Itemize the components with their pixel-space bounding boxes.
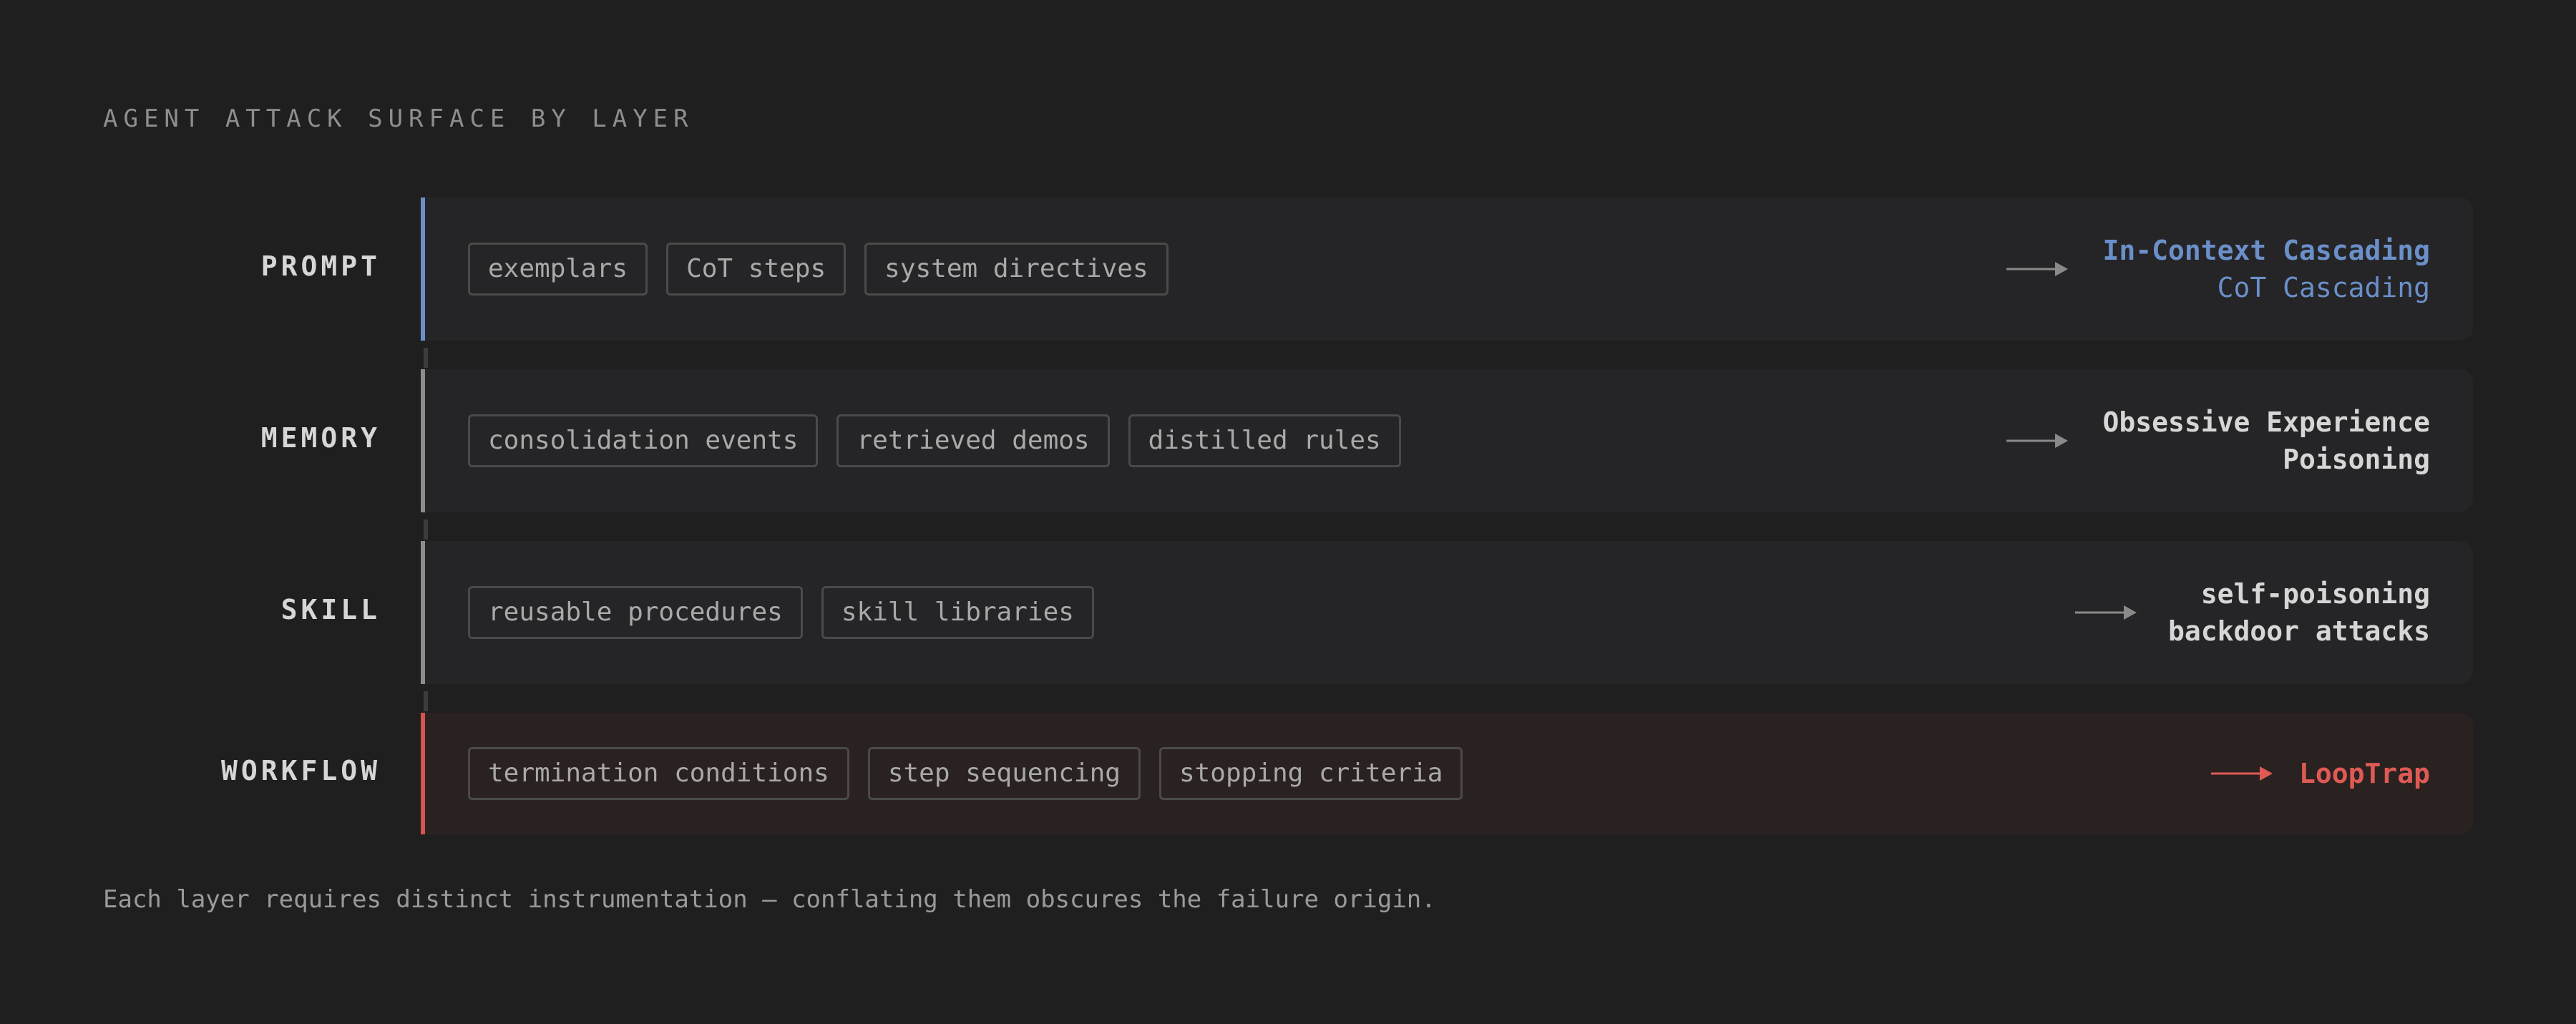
layer-connector	[424, 520, 428, 540]
result-secondary: backdoor attacks	[2167, 615, 2430, 647]
layer-row-workflow: termination conditions step sequencing s…	[421, 713, 2473, 834]
layer-accent-bar	[421, 541, 425, 684]
chip: retrieved demos	[836, 414, 1110, 467]
layer-result: self-poisoning backdoor attacks	[2168, 575, 2430, 650]
chip: skill libraries	[821, 586, 1094, 639]
result-primary: Obsessive Experience	[2102, 406, 2430, 438]
layer-row-prompt: exemplars CoT steps system directives In…	[421, 198, 2473, 341]
arrow-right-icon	[2075, 604, 2137, 621]
layer-result: In-Context Cascading CoT Cascading	[2102, 232, 2430, 306]
layer-label-skill: SKILL	[280, 594, 381, 625]
layer-label-workflow: WORKFLOW	[220, 755, 381, 786]
arrow-right-icon	[2006, 260, 2068, 278]
layer-accent-bar	[421, 713, 425, 834]
chip: termination conditions	[468, 747, 849, 800]
chip: exemplars	[468, 243, 648, 296]
layer-label-memory: MEMORY	[260, 422, 381, 454]
result-primary: self-poisoning	[2200, 578, 2430, 610]
arrow-right-icon	[2211, 765, 2273, 782]
layer-result: LoopTrap	[2299, 755, 2430, 792]
layer-connector	[424, 691, 428, 711]
chip: system directives	[864, 243, 1169, 296]
layer-accent-bar	[421, 369, 425, 512]
chip: CoT steps	[666, 243, 847, 296]
layer-connector	[424, 348, 428, 368]
layer-row-memory: consolidation events retrieved demos dis…	[421, 369, 2473, 512]
chip-list: exemplars CoT steps system directives	[468, 243, 1169, 296]
result-secondary: CoT Cascading	[2217, 272, 2430, 303]
arrow-right-icon	[2006, 432, 2068, 449]
footnote: Each layer requires distinct instrumenta…	[103, 885, 1436, 914]
chip: consolidation events	[468, 414, 819, 467]
result-primary: LoopTrap	[2298, 758, 2430, 789]
result-primary: In-Context Cascading	[2102, 235, 2430, 266]
chip: stopping criteria	[1158, 747, 1463, 800]
diagram-title: AGENT ATTACK SURFACE BY LAYER	[103, 104, 694, 133]
layer-row-skill: reusable procedures skill libraries self…	[421, 541, 2473, 684]
chip-list: reusable procedures skill libraries	[468, 586, 1094, 639]
layer-accent-bar	[421, 198, 425, 341]
chip-list: termination conditions step sequencing s…	[468, 747, 1463, 800]
chip: step sequencing	[867, 747, 1141, 800]
chip-list: consolidation events retrieved demos dis…	[468, 414, 1401, 467]
chip: reusable procedures	[468, 586, 803, 639]
layer-result: Obsessive Experience Poisoning	[2102, 404, 2430, 478]
layer-label-prompt: PROMPT	[260, 250, 381, 282]
chip: distilled rules	[1128, 414, 1401, 467]
result-secondary: Poisoning	[2283, 444, 2430, 475]
